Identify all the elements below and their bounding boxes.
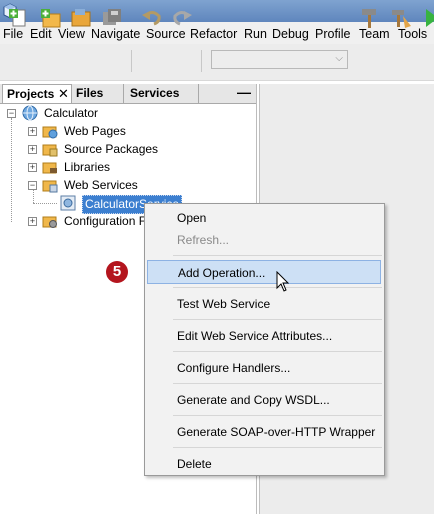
chevron-down-icon: ⌵ [335,53,343,64]
tree-node-source-packages[interactable]: Source Packages [64,140,158,158]
web-service-icon [60,195,76,211]
tab-services-label: Services [130,86,180,100]
toolbar-separator [131,50,132,72]
mouse-pointer-icon [276,271,290,292]
menu-refactor[interactable]: Refactor [190,27,237,41]
menu-separator [173,255,382,256]
menu-debug[interactable]: Debug [272,27,309,41]
tab-files-label: Files [76,86,104,100]
build-hammer-icon[interactable] [358,6,382,30]
redo-icon[interactable] [170,6,194,30]
menu-run[interactable]: Run [244,27,267,41]
tab-services[interactable]: Services [124,84,199,103]
clean-build-icon[interactable] [389,6,413,30]
menu-item-label: Test Web Service [177,297,271,311]
tree-collapse-toggle[interactable]: − [28,181,37,190]
menu-separator [173,447,382,448]
menu-item-generate-soap-wrapper[interactable]: Generate SOAP-over-HTTP Wrapper [145,420,384,444]
run-icon[interactable] [424,6,434,30]
menu-profile[interactable]: Profile [315,27,350,41]
menu-separator [173,351,382,352]
new-project-icon[interactable] [39,6,63,30]
tree-expand-toggle[interactable]: + [28,217,37,226]
tab-projects-label: Projects [7,87,55,101]
menu-item-label: Delete [177,457,212,471]
web-project-globe-icon [22,105,38,121]
tree-node-web-services[interactable]: Web Services [64,176,138,194]
minimize-icon[interactable]: — [237,84,251,103]
menu-item-label: Generate and Copy WSDL... [177,393,330,407]
tree-node-web-pages[interactable]: Web Pages [64,122,126,140]
toolbar-separator [201,50,202,72]
tree-node-configuration-files[interactable]: Configuration Files [64,212,144,230]
tree-node-libraries[interactable]: Libraries [64,158,110,176]
web-services-folder-icon [42,180,58,193]
tree-expand-toggle[interactable]: + [28,127,37,136]
new-file-icon[interactable] [7,6,31,30]
libraries-folder-icon [42,162,57,174]
menu-item-add-operation[interactable]: Add Operation... [147,260,381,284]
menu-separator [173,415,382,416]
tree-collapse-toggle[interactable]: − [7,109,16,118]
menu-item-refresh: Refresh... [145,228,384,252]
tree-node-calculator[interactable]: Calculator [44,104,98,122]
open-project-icon[interactable] [69,6,93,30]
menu-item-label: Generate SOAP-over-HTTP Wrapper [177,425,376,439]
menu-item-label: Add Operation... [178,266,266,280]
source-packages-folder-icon [42,144,58,157]
menu-item-test-web-service[interactable]: Test Web Service [145,292,384,316]
tree-guide-line [33,203,57,204]
tree-expand-toggle[interactable]: + [28,163,37,172]
step-number-badge: 5 [106,261,128,283]
menu-item-label: Configure Handlers... [177,361,291,375]
menu-separator [173,319,382,320]
menu-item-label: Open [177,211,207,225]
tree-guide-line [33,190,34,203]
tree-guide-line [11,118,12,222]
menu-item-configure-handlers[interactable]: Configure Handlers... [145,356,384,380]
tab-files[interactable]: Files [72,84,124,103]
menu-item-generate-wsdl[interactable]: Generate and Copy WSDL... [145,388,384,412]
configuration-files-folder-icon [42,216,57,228]
menu-item-delete[interactable]: Delete [145,452,384,476]
config-combo[interactable]: ⌵ [211,50,348,69]
web-pages-folder-icon [42,126,58,139]
close-icon[interactable]: ✕ [58,84,69,103]
tree-expand-toggle[interactable]: + [28,145,37,154]
menu-item-edit-attributes[interactable]: Edit Web Service Attributes... [145,324,384,348]
menu-item-open[interactable]: Open [145,206,384,230]
menu-item-label: Edit Web Service Attributes... [177,329,333,343]
save-all-icon[interactable] [100,6,124,30]
undo-icon[interactable] [140,6,164,30]
menu-item-label: Refresh... [177,233,230,247]
context-menu: Open Refresh... Add Operation... Test We… [144,203,385,476]
menu-separator [173,383,382,384]
